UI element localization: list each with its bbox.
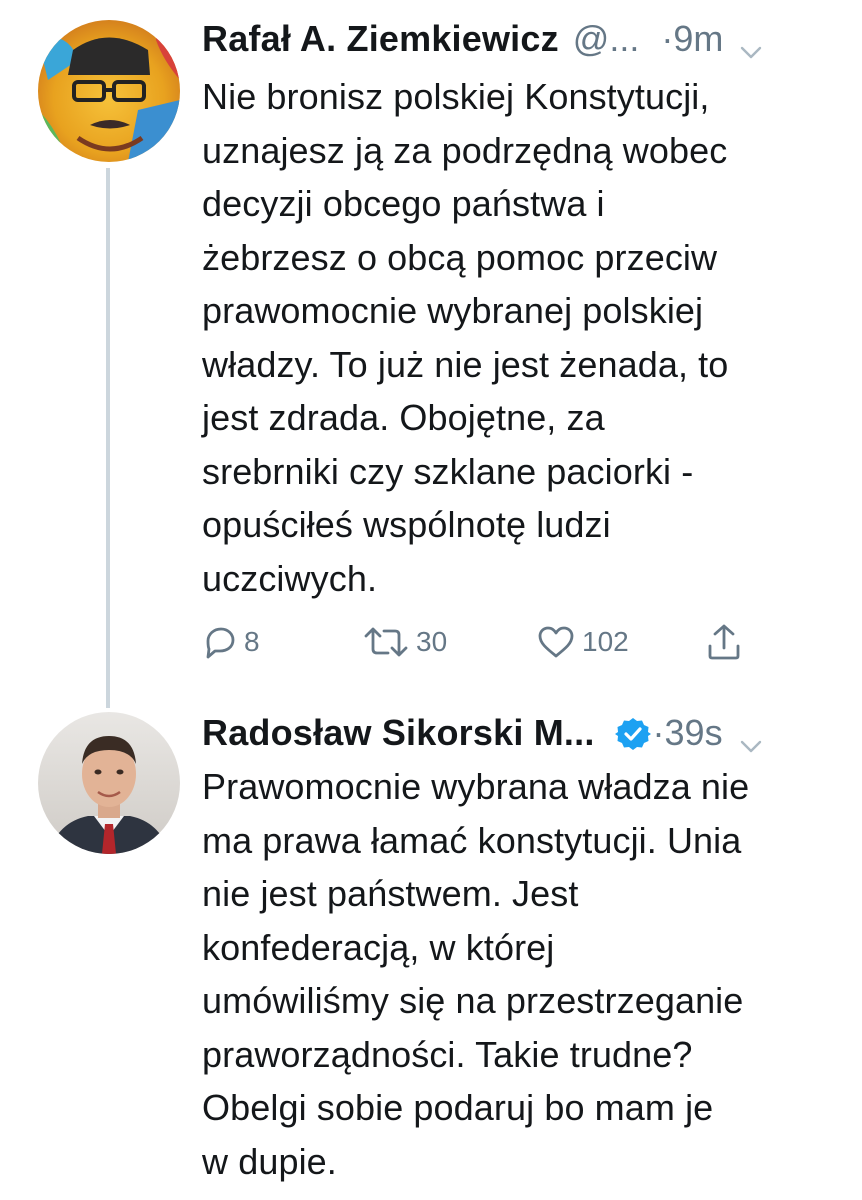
reply-count: 8 <box>244 626 260 657</box>
chevron-down-icon[interactable] <box>739 27 763 59</box>
retweet-count: 30 <box>416 626 448 657</box>
chevron-down-icon[interactable] <box>739 721 763 753</box>
author-name[interactable]: Radosław Sikorski M... <box>202 708 595 758</box>
retweet-icon <box>362 623 410 661</box>
author-name[interactable]: Rafał A. Ziemkiewicz <box>202 14 559 64</box>
tweet-time[interactable]: ·39s <box>653 708 723 758</box>
avatar[interactable] <box>38 20 180 162</box>
share-button[interactable] <box>705 612 743 672</box>
like-count: 102 <box>582 626 629 657</box>
reply-button[interactable]: 8 <box>200 612 260 672</box>
thread-connector-line <box>106 168 110 708</box>
avatar[interactable] <box>38 712 180 854</box>
heart-icon <box>536 623 576 661</box>
tweet-actions: 8 30 102 <box>200 612 760 672</box>
like-button[interactable]: 102 <box>536 612 629 672</box>
tweet-text: Nie bronisz polskiej Konstytucji, uznaje… <box>202 76 729 599</box>
reply-icon <box>200 623 238 661</box>
tweet-header: Radosław Sikorski M... ·39s <box>202 708 838 758</box>
author-handle[interactable]: @... <box>573 14 640 64</box>
tweet-header: Rafał A. Ziemkiewicz @... ·9m <box>202 14 838 64</box>
retweet-button[interactable]: 30 <box>362 612 447 672</box>
tweet-time[interactable]: ·9m <box>661 14 723 64</box>
share-icon <box>705 622 743 662</box>
tweet-text: Prawomocnie wybrana władza nie ma prawa … <box>202 766 750 1182</box>
verified-badge-icon <box>614 715 651 751</box>
